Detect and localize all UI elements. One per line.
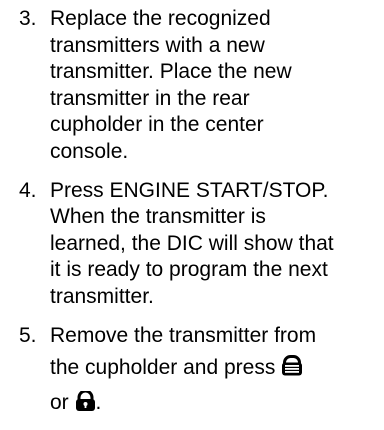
lock-closed-icon <box>281 355 303 384</box>
step-text: Replace the recognized transmitters with… <box>50 6 368 166</box>
step-line: it is ready to program the next <box>50 258 328 282</box>
step-line: Press ENGINE START/STOP. <box>50 178 329 202</box>
step-line-text: . <box>95 390 102 414</box>
step-line: Remove the transmitter from <box>50 323 317 347</box>
step-text: Remove the transmitter from the cupholde… <box>50 323 368 419</box>
step-line: transmitter. Place the new <box>50 60 292 84</box>
step-3: 3. Replace the recognized transmitters w… <box>0 6 384 166</box>
step-line: or . <box>50 389 368 419</box>
step-line: transmitters with a new <box>50 33 265 57</box>
instruction-steps: 3. Replace the recognized transmitters w… <box>0 6 384 430</box>
step-line: learned, the DIC will show that <box>50 231 334 255</box>
step-line: cupholder in the center <box>50 113 264 137</box>
step-5: 5. Remove the transmitter from the cupho… <box>0 323 384 419</box>
step-line: transmitter. <box>50 284 154 308</box>
step-line: transmitter in the rear <box>50 86 250 110</box>
step-4: 4. Press ENGINE START/STOP. When the tra… <box>0 178 384 311</box>
step-line: When the transmitter is <box>50 205 266 229</box>
step-line-text: the cupholder and press <box>50 356 276 380</box>
step-line: the cupholder and press <box>50 355 368 384</box>
step-line: Replace the recognized <box>50 7 271 30</box>
step-number: 4. <box>19 178 37 202</box>
step-text: Press ENGINE START/STOP. When the transm… <box>50 178 368 311</box>
unlock-icon <box>75 389 96 419</box>
step-number: 5. <box>19 323 37 347</box>
step-line-text: or <box>50 390 69 414</box>
step-line: console. <box>50 139 129 163</box>
step-number: 3. <box>19 7 37 30</box>
